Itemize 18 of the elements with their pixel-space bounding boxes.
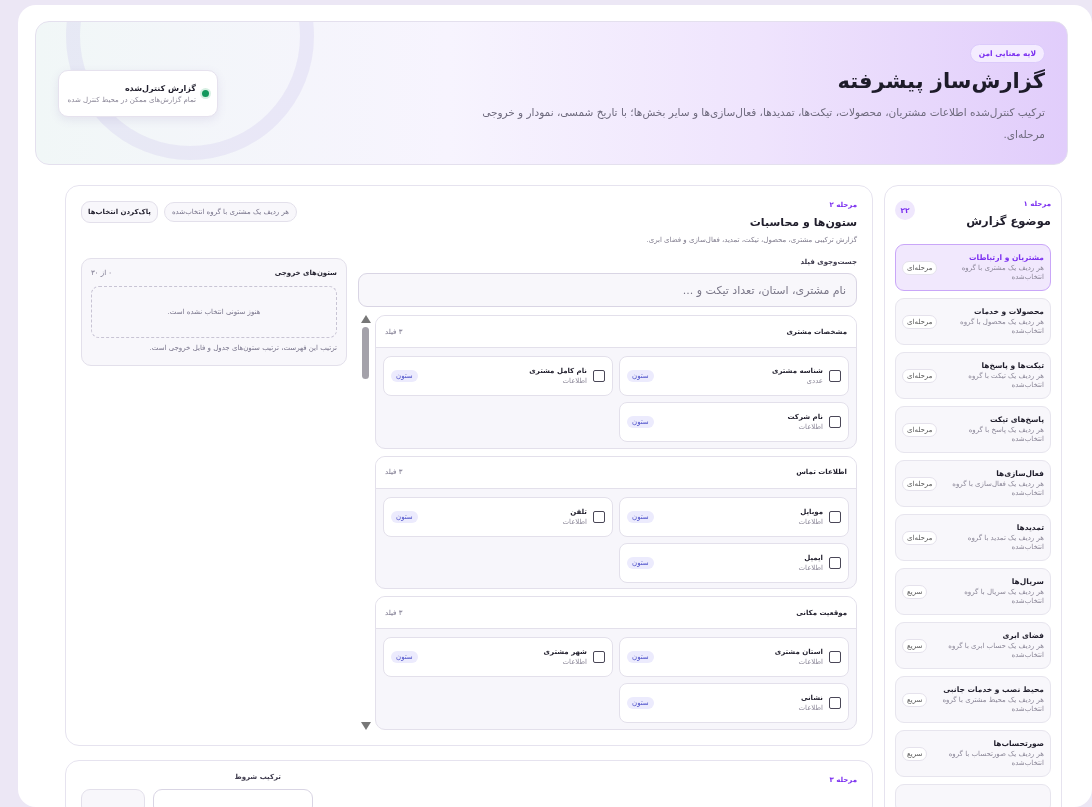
checkbox[interactable] <box>829 556 841 569</box>
page-title: گزارش‌ساز پیشرفته <box>837 69 1045 93</box>
section-title: موضوع گزارش <box>966 214 1051 228</box>
checkbox[interactable] <box>829 697 841 710</box>
scroll-thumb[interactable] <box>362 327 369 379</box>
page-description: ترکیب کنترل‌شده اطلاعات مشتریان، محصولات، تیکت‌ها، تمدیدها، فعال‌سازی‌ها و سایر بخش‌ها؛ با تاریخ شمسی، نمودار و خروجی مرحله‌ای. <box>481 105 1045 143</box>
checkbox[interactable] <box>593 510 605 523</box>
scroll-up-icon[interactable] <box>360 315 371 323</box>
search-field[interactable]: نام مشتری، استان، تعداد تیکت و ... <box>358 273 857 307</box>
checkbox[interactable] <box>829 651 841 664</box>
status-title: گزارش کنترل‌شده <box>123 83 196 93</box>
checkbox[interactable] <box>829 370 841 382</box>
checkbox[interactable] <box>829 510 841 523</box>
checkbox[interactable] <box>593 370 605 382</box>
scroll-down-icon[interactable] <box>360 722 371 730</box>
checkbox[interactable] <box>829 416 841 428</box>
section-title: ستون‌ها و محاسبات <box>748 216 857 229</box>
checkbox[interactable] <box>593 651 605 664</box>
